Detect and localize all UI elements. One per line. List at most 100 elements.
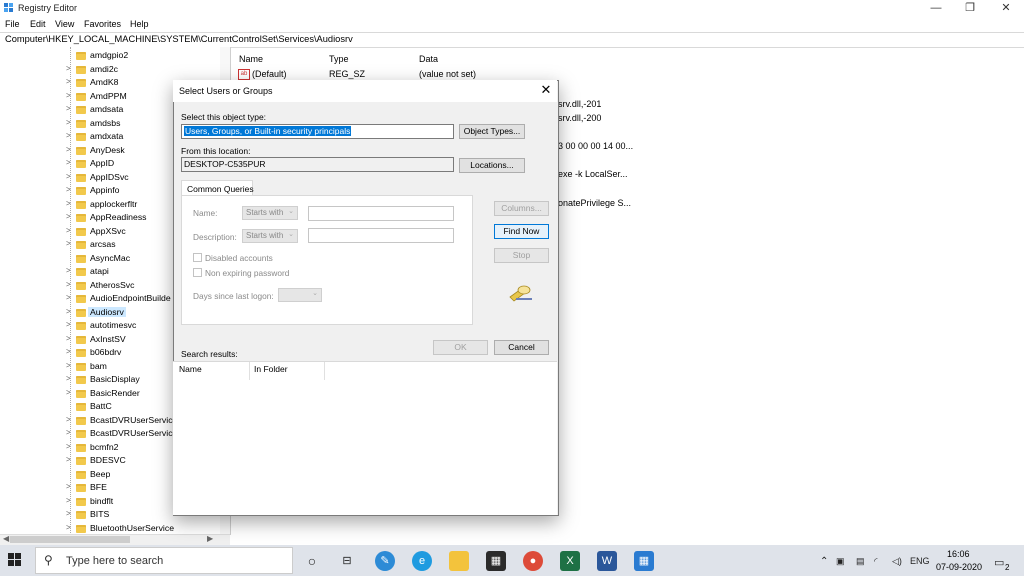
tree-item-label: BcastDVRUserService [90,428,178,438]
microsoft-store-icon[interactable]: ▦ [486,551,506,571]
dialog-close-button[interactable]: ✕ [537,82,555,98]
expand-chevron-icon[interactable]: > [66,307,72,316]
menu-file[interactable]: File [5,19,20,29]
expand-chevron-icon[interactable]: > [66,509,72,518]
menu-edit[interactable]: Edit [30,19,46,29]
value-data-partial: onatePrivilege S... [558,198,632,208]
column-header-data[interactable]: Data [419,54,438,64]
locations-button[interactable]: Locations... [459,158,525,173]
find-now-button[interactable]: Find Now [494,224,549,239]
expand-chevron-icon[interactable]: > [66,374,72,383]
expand-chevron-icon[interactable]: > [66,428,72,437]
expand-chevron-icon[interactable]: > [66,442,72,451]
registry-editor-taskbar-icon[interactable]: ▦ [634,551,654,571]
cancel-button[interactable]: Cancel [494,340,549,355]
expand-chevron-icon[interactable]: > [66,415,72,424]
menu-view[interactable]: View [55,19,74,29]
chevron-down-icon: ⌄ [288,208,294,215]
expand-chevron-icon[interactable]: > [66,199,72,208]
task-view-icon[interactable]: ⊟ [337,551,357,571]
show-hidden-icons-chevron-icon[interactable]: ⌃ [820,556,828,567]
expand-chevron-icon[interactable]: > [66,145,72,154]
minimize-button[interactable]: — [920,0,952,16]
folder-icon [76,214,86,222]
tray-network-monitor-icon[interactable]: ▤ [856,556,865,567]
expand-chevron-icon[interactable]: > [66,239,72,248]
expand-chevron-icon[interactable]: > [66,496,72,505]
window-title: Registry Editor [18,3,78,13]
excel-icon[interactable]: X [560,551,580,571]
tree-item-label: AmdK8 [90,77,119,87]
expand-chevron-icon[interactable]: > [66,455,72,464]
tree-item-label: amdxata [90,131,124,141]
expand-chevron-icon[interactable]: > [66,280,72,289]
stop-button: Stop [494,248,549,263]
expand-chevron-icon[interactable]: > [66,172,72,181]
clock-date[interactable]: 07-09-2020 [936,562,982,572]
expand-chevron-icon[interactable]: > [66,226,72,235]
edge-browser-icon[interactable]: e [412,551,432,571]
object-types-button[interactable]: Object Types... [459,124,525,139]
expand-chevron-icon[interactable]: > [66,347,72,356]
search-icon: ⚲ [44,553,53,567]
results-column-in-folder[interactable]: In Folder [254,364,288,374]
results-column-name[interactable]: Name [179,364,202,374]
close-button[interactable]: ✕ [990,0,1022,16]
clock-time[interactable]: 16:06 [947,549,970,559]
location-field: DESKTOP-C535PUR [181,157,454,172]
expand-chevron-icon[interactable]: > [66,212,72,221]
word-icon[interactable]: W [597,551,617,571]
maximize-button[interactable]: ❐ [954,0,986,16]
expand-chevron-icon[interactable]: > [66,64,72,73]
chrome-browser-icon[interactable]: ● [523,551,543,571]
folder-icon [76,133,86,141]
folder-icon [76,119,86,128]
cortana-icon[interactable]: ○ [302,551,322,571]
taskbar-search-placeholder[interactable]: Type here to search [66,555,163,567]
column-header-name[interactable]: Name [239,54,263,64]
file-explorer-icon[interactable] [449,551,469,571]
name-input [308,206,454,221]
folder-icon [76,308,86,317]
search-results-list[interactable] [173,361,557,515]
folder-icon [76,322,86,330]
expand-chevron-icon[interactable]: > [66,293,72,302]
expand-chevron-icon[interactable]: > [66,158,72,167]
notifications-icon[interactable]: ▭ [994,556,1004,569]
expand-chevron-icon[interactable]: > [66,334,72,343]
tree-scroll-thumb[interactable] [10,536,130,543]
wifi-icon[interactable]: ◜ [874,556,878,567]
scroll-right-icon[interactable]: ▶ [207,534,213,543]
object-type-field[interactable]: Users, Groups, or Built-in security prin… [181,124,454,139]
expand-chevron-icon[interactable]: > [66,388,72,397]
expand-chevron-icon[interactable]: > [66,523,72,532]
folder-icon [76,416,86,425]
expand-chevron-icon[interactable]: > [66,91,72,100]
expand-chevron-icon[interactable]: > [66,185,72,194]
expand-chevron-icon[interactable]: > [66,104,72,113]
tray-app-icon[interactable]: ▣ [836,556,845,567]
column-header-type[interactable]: Type [329,54,349,64]
scroll-left-icon[interactable]: ◀ [3,534,9,543]
folder-icon [76,349,86,357]
expand-chevron-icon[interactable]: > [66,320,72,329]
volume-icon[interactable]: ◁) [892,556,902,567]
expand-chevron-icon[interactable]: > [66,77,72,86]
folder-icon [76,295,86,303]
value-name[interactable]: (Default) [252,69,287,79]
description-condition-select: Starts with ⌄ [242,229,298,243]
expand-chevron-icon[interactable]: > [66,482,72,491]
language-indicator[interactable]: ENG [910,556,930,566]
expand-chevron-icon[interactable]: > [66,118,72,127]
expand-chevron-icon[interactable]: > [66,361,72,370]
menu-favorites[interactable]: Favorites [84,19,121,29]
windows-start-icon[interactable] [8,553,22,567]
expand-chevron-icon[interactable]: > [66,266,72,275]
tree-item-label: Appinfo [90,185,120,195]
menu-help[interactable]: Help [130,19,149,29]
address-path[interactable]: Computer\HKEY_LOCAL_MACHINE\SYSTEM\Curre… [5,34,353,44]
photos-app-icon[interactable]: ✎ [375,551,395,571]
folder-icon [76,403,86,411]
expand-chevron-icon[interactable]: > [66,131,72,140]
folder-icon [76,470,86,479]
